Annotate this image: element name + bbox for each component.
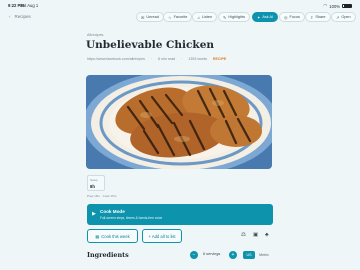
open-button[interactable]: ↗ Open bbox=[331, 12, 356, 22]
add-all-to-list-button[interactable]: + Add all to list bbox=[142, 229, 182, 243]
sparkle-icon: ✦ bbox=[257, 14, 261, 20]
basket-icon[interactable]: ▣ bbox=[253, 232, 258, 238]
back-button[interactable]: ‹ Recipes bbox=[9, 14, 31, 19]
battery-icon bbox=[342, 3, 352, 9]
unit-us-toggle[interactable]: US bbox=[243, 251, 255, 259]
ask-ai-button[interactable]: ✦ Ask AI bbox=[252, 12, 279, 22]
cook-this-week-button[interactable]: ▦ Cook this week bbox=[87, 229, 138, 243]
source-url[interactable]: https://www.facebook.com/allrecipes bbox=[87, 57, 145, 61]
highlights-label: Highlights bbox=[228, 15, 246, 19]
share-button[interactable]: ⇪ Share bbox=[305, 12, 331, 22]
grilled-chicken-illustration bbox=[86, 75, 272, 169]
reader-toolbar: ‹ Recipes ✉ Unread ☆ Favorite ♫ Listen ✎… bbox=[0, 12, 360, 24]
recipe-hero-image bbox=[86, 75, 272, 169]
envelope-icon: ✉ bbox=[141, 14, 145, 20]
status-battery: ◠ 100% bbox=[323, 3, 352, 9]
battery-percent: 100% bbox=[329, 3, 340, 9]
page-title: Unbelievable Chicken bbox=[86, 39, 215, 51]
external-link-icon: ↗ bbox=[336, 14, 340, 20]
chevron-left-icon: ‹ bbox=[9, 14, 11, 19]
prep-cook-caption: Prep 15m · Cook 15m bbox=[87, 194, 117, 198]
highlights-button[interactable]: ✎ Highlights bbox=[218, 12, 251, 22]
increase-servings-button[interactable]: + bbox=[229, 251, 237, 259]
stat-label: Setup bbox=[90, 178, 98, 182]
highlighter-icon: ✎ bbox=[223, 14, 227, 20]
focus-label: Focus bbox=[289, 15, 300, 19]
star-icon: ☆ bbox=[168, 14, 172, 20]
favorite-label: Favorite bbox=[173, 15, 188, 19]
ingredients-heading: Ingredients bbox=[87, 251, 129, 259]
recipe-tag: RECIPE bbox=[212, 57, 227, 61]
focus-button[interactable]: ◎ Focus bbox=[279, 12, 305, 22]
meta-dot: · bbox=[181, 57, 183, 61]
add-all-to-list-label: + Add all to list bbox=[148, 233, 176, 239]
back-label: Recipes bbox=[14, 14, 31, 19]
meta-dot: · bbox=[150, 57, 153, 61]
cook-mode-subtitle: Full-screen steps, timers & hands-free v… bbox=[100, 216, 163, 220]
scale-icon[interactable]: ⚖ bbox=[241, 232, 246, 238]
unit-metric-toggle[interactable]: Metric bbox=[256, 251, 272, 259]
unread-button[interactable]: ✉ Unread bbox=[136, 12, 164, 22]
article-meta: https://www.facebook.com/allrecipes · 6 … bbox=[87, 57, 226, 61]
cook-mode-banner[interactable]: ▶ Cook Mode Full-screen steps, timers & … bbox=[87, 204, 273, 225]
ask-ai-label: Ask AI bbox=[262, 15, 274, 19]
play-icon: ▶ bbox=[92, 211, 96, 217]
minus-icon: − bbox=[192, 252, 196, 258]
wifi-icon: ◠ bbox=[323, 3, 328, 8]
breadcrumb[interactable]: Allrecipes bbox=[87, 33, 103, 37]
nutrition-icon[interactable]: ♣ bbox=[265, 232, 269, 238]
read-time: 6 min read bbox=[158, 57, 176, 61]
plus-icon: + bbox=[231, 252, 235, 258]
listen-button[interactable]: ♫ Listen bbox=[192, 12, 218, 22]
status-date: Sat Aug 1 bbox=[20, 3, 39, 8]
share-icon: ⇪ bbox=[310, 14, 314, 20]
favorite-button[interactable]: ☆ Favorite bbox=[163, 12, 193, 22]
unread-label: Unread bbox=[146, 15, 159, 19]
setup-time-card: Setup 8h bbox=[87, 175, 105, 191]
headphones-icon: ♫ bbox=[197, 14, 200, 20]
listen-label: Listen bbox=[202, 15, 213, 19]
word-count: 1393 words bbox=[188, 57, 207, 61]
decrease-servings-button[interactable]: − bbox=[190, 251, 198, 259]
calendar-icon: ▦ bbox=[95, 233, 100, 239]
status-bar: 9:22 PM Sat Aug 1 ◠ 100% bbox=[0, 0, 360, 11]
stat-value: 8h bbox=[90, 184, 95, 189]
servings-count: 6 servings bbox=[203, 252, 221, 256]
open-label: Open bbox=[341, 15, 351, 19]
cook-mode-title: Cook Mode bbox=[100, 209, 125, 214]
focus-icon: ◎ bbox=[284, 14, 288, 20]
cook-this-week-label: Cook this week bbox=[101, 233, 130, 239]
share-label: Share bbox=[315, 15, 326, 19]
